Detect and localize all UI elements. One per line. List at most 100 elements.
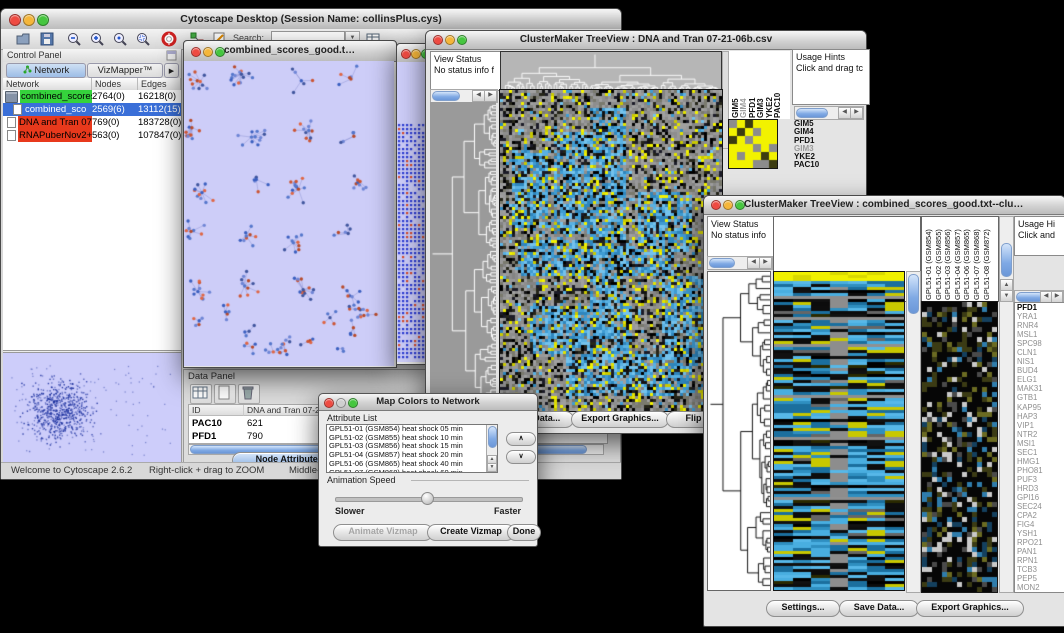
scroll-thumb[interactable] bbox=[488, 426, 497, 448]
open-icon[interactable] bbox=[15, 31, 31, 47]
minimize-button[interactable] bbox=[23, 14, 35, 26]
tab-vizmapper[interactable]: VizMapper™ bbox=[87, 63, 163, 78]
tv2-top-vscrollbar[interactable] bbox=[999, 216, 1014, 303]
minimize-button[interactable] bbox=[336, 398, 346, 408]
attribute-item-5[interactable]: GPL51-07 (GSM868) heat shock 60 min bbox=[327, 469, 486, 472]
tv2-col-label-3[interactable]: GPL51-04 (GSM857) bbox=[953, 229, 962, 300]
dialog-titlebar[interactable]: Map Colors to Network bbox=[319, 394, 537, 411]
birdseye-panel[interactable] bbox=[3, 352, 181, 463]
close-button[interactable] bbox=[324, 398, 334, 408]
main-titlebar[interactable]: Cytoscape Desktop (Session Name: collins… bbox=[1, 9, 621, 30]
tv2-secondary-vscrollbar[interactable] bbox=[999, 301, 1014, 593]
gene-label-21[interactable]: GPI16 bbox=[1017, 493, 1064, 502]
scroll-thumb[interactable] bbox=[709, 258, 735, 268]
main-heatmap[interactable] bbox=[773, 271, 905, 591]
tv2-col-label-5[interactable]: GPL51-07 (GSM868) bbox=[972, 229, 981, 300]
scroll-thumb[interactable] bbox=[908, 274, 919, 314]
network-row-3[interactable]: RNAPuberNov2+I563(0)107847(0) bbox=[3, 129, 181, 142]
secondary-heatmap[interactable] bbox=[921, 301, 998, 593]
gene-label-5[interactable]: CLN1 bbox=[1017, 348, 1064, 357]
close-button[interactable] bbox=[711, 200, 721, 210]
tv2-col-label-4[interactable]: GPL51-06 (GSM865) bbox=[962, 229, 971, 300]
save-icon[interactable] bbox=[39, 31, 55, 47]
scroll-right-icon[interactable] bbox=[759, 257, 772, 269]
tv2-left-hscrollbar[interactable] bbox=[707, 256, 773, 270]
gene-label-12[interactable]: HAP3 bbox=[1017, 412, 1064, 421]
gene-label-26[interactable]: RPO21 bbox=[1017, 538, 1064, 547]
correlation-matrix-heatmap[interactable] bbox=[728, 119, 778, 169]
treeview1-titlebar[interactable]: ClusterMaker TreeView : DNA and Tran 07-… bbox=[426, 31, 866, 50]
attribute-listbox[interactable]: GPL51-01 (GSM854) heat shock 05 minGPL51… bbox=[326, 424, 498, 473]
scroll-down-icon[interactable] bbox=[487, 463, 497, 472]
row-dendrogram[interactable] bbox=[707, 271, 771, 591]
gene-label-13[interactable]: VIP1 bbox=[1017, 421, 1064, 430]
gene-label-29[interactable]: TCB3 bbox=[1017, 565, 1064, 574]
gene-label-17[interactable]: HMG1 bbox=[1017, 457, 1064, 466]
tv2-col-label-0[interactable]: GPL51-01 (GSM854) bbox=[924, 229, 933, 300]
gene-label-6[interactable]: NIS1 bbox=[1017, 357, 1064, 366]
gene-label-8[interactable]: ELG1 bbox=[1017, 375, 1064, 384]
dp-col-id[interactable]: ID bbox=[189, 405, 244, 416]
gene-label-4[interactable]: SPC98 bbox=[1017, 339, 1064, 348]
attribute-list-vscrollbar[interactable] bbox=[486, 425, 497, 472]
scroll-right-icon[interactable] bbox=[484, 90, 497, 102]
network-row-2[interactable]: DNA and Tran 07769(0)183728(0) bbox=[3, 116, 181, 129]
tab-overflow-arrow-icon[interactable]: ▶ bbox=[164, 63, 179, 78]
tv1-col-label-5[interactable]: PAC10 bbox=[773, 93, 782, 118]
zoom-selected-icon[interactable] bbox=[135, 31, 151, 47]
tv2-col-label-6[interactable]: GPL51-08 (GSM872) bbox=[982, 229, 991, 300]
gene-label-14[interactable]: NTR2 bbox=[1017, 430, 1064, 439]
scroll-thumb[interactable] bbox=[432, 91, 460, 101]
gene-label-1[interactable]: YRA1 bbox=[1017, 312, 1064, 321]
settings-button[interactable]: Settings... bbox=[766, 600, 840, 617]
scroll-thumb[interactable] bbox=[1001, 243, 1012, 277]
zoom-in-icon[interactable] bbox=[89, 31, 105, 47]
network-canvas[interactable] bbox=[184, 61, 394, 366]
done-button[interactable]: Done bbox=[507, 524, 541, 541]
gene-label-10[interactable]: GTB1 bbox=[1017, 393, 1064, 402]
tv1-right-hscrollbar[interactable] bbox=[794, 106, 864, 120]
gene-label-7[interactable]: BUD4 bbox=[1017, 366, 1064, 375]
close-button[interactable] bbox=[191, 47, 201, 57]
export-graphics-button[interactable]: Export Graphics... bbox=[571, 411, 669, 428]
tv2-main-vscrollbar[interactable] bbox=[906, 271, 921, 593]
tv1-col-label-3[interactable]: GIM3 bbox=[756, 98, 765, 118]
move-up-button[interactable]: ∧ bbox=[506, 432, 536, 446]
gene-label-15[interactable]: MSI1 bbox=[1017, 439, 1064, 448]
tv2-col-label-2[interactable]: GPL51-03 (GSM856) bbox=[943, 229, 952, 300]
gene-label-22[interactable]: SEC24 bbox=[1017, 502, 1064, 511]
column-dendrogram[interactable] bbox=[500, 51, 722, 91]
minimize-button[interactable] bbox=[445, 35, 455, 45]
gene-label-25[interactable]: YSH1 bbox=[1017, 529, 1064, 538]
gene-label-11[interactable]: KAP95 bbox=[1017, 403, 1064, 412]
scroll-thumb[interactable] bbox=[796, 108, 828, 118]
attribute-select-icon[interactable] bbox=[190, 384, 212, 404]
zoom-button[interactable] bbox=[348, 398, 358, 408]
move-down-button[interactable]: ∨ bbox=[506, 450, 536, 464]
gene-label-20[interactable]: HRD3 bbox=[1017, 484, 1064, 493]
save-data-button[interactable]: Save Data... bbox=[839, 600, 919, 617]
animate-vizmap-button[interactable]: Animate Vizmap bbox=[333, 524, 433, 541]
row-dendrogram[interactable] bbox=[430, 102, 496, 408]
gene-label-18[interactable]: PHO81 bbox=[1017, 466, 1064, 475]
network-view-titlebar[interactable]: combined_scores_good.txt--cluste... bbox=[184, 41, 396, 62]
gene-label-16[interactable]: SEC1 bbox=[1017, 448, 1064, 457]
close-button[interactable] bbox=[9, 14, 21, 26]
minimize-button[interactable] bbox=[411, 49, 421, 59]
gene-label-9[interactable]: MAK31 bbox=[1017, 384, 1064, 393]
network-list-area[interactable] bbox=[3, 142, 181, 351]
gene-label-3[interactable]: MSL1 bbox=[1017, 330, 1064, 339]
scroll-right-icon[interactable] bbox=[850, 107, 863, 119]
minimize-button[interactable] bbox=[723, 200, 733, 210]
gene-label-23[interactable]: CPA2 bbox=[1017, 511, 1064, 520]
create-vizmap-button[interactable]: Create Vizmap bbox=[427, 524, 515, 541]
gene-label-2[interactable]: RNR4 bbox=[1017, 321, 1064, 330]
slider-thumb[interactable] bbox=[421, 492, 434, 505]
delete-attribute-icon[interactable] bbox=[238, 384, 260, 404]
gene-label-24[interactable]: FIG4 bbox=[1017, 520, 1064, 529]
tv1-left-hscrollbar[interactable] bbox=[430, 89, 498, 103]
gene-label-27[interactable]: PAN1 bbox=[1017, 547, 1064, 556]
gene-label-31[interactable]: MON2 bbox=[1017, 583, 1064, 592]
birdseye-view[interactable] bbox=[3, 353, 179, 461]
gene-label-30[interactable]: PEP5 bbox=[1017, 574, 1064, 583]
